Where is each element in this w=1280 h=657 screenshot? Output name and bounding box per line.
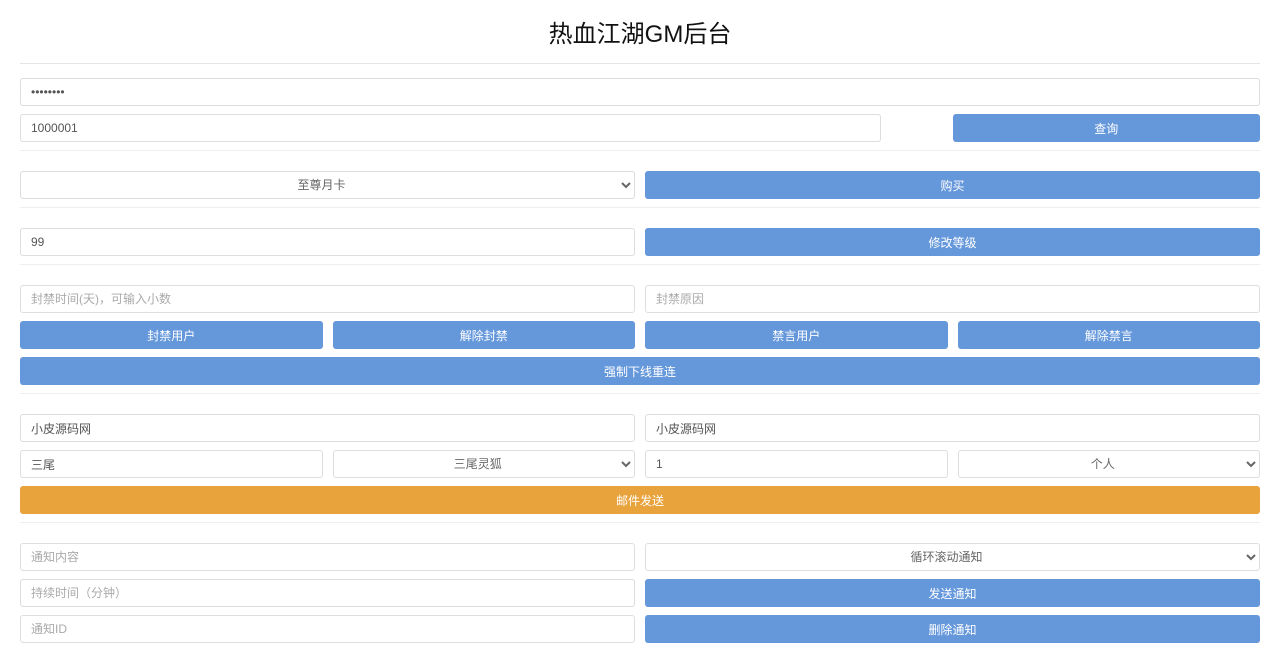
notify-content-input[interactable] [20, 543, 635, 571]
notify-id-input[interactable] [20, 615, 635, 643]
send-notify-button[interactable]: 发送通知 [645, 579, 1260, 607]
mail-title-input[interactable] [20, 414, 635, 442]
notify-type-select[interactable]: 循环滚动通知 [645, 543, 1260, 571]
separator [20, 207, 1260, 208]
ban-section: 封禁用户 解除封禁 禁言用户 解除禁言 强制下线重连 [20, 271, 1260, 400]
page-title: 热血江湖GM后台 [20, 0, 1260, 64]
item-count-input[interactable] [645, 450, 948, 478]
unban-button[interactable]: 解除封禁 [333, 321, 636, 349]
target-select[interactable]: 个人 [958, 450, 1261, 478]
separator [20, 150, 1260, 151]
notify-section: 循环滚动通知 发送通知 删除通知 [20, 529, 1260, 657]
account-input[interactable] [20, 114, 881, 142]
item-select[interactable]: 三尾灵狐 [333, 450, 636, 478]
unmute-button[interactable]: 解除禁言 [958, 321, 1261, 349]
mute-user-button[interactable]: 禁言用户 [645, 321, 948, 349]
level-section: 修改等级 [20, 214, 1260, 271]
delete-notify-button[interactable]: 删除通知 [645, 615, 1260, 643]
level-input[interactable] [20, 228, 635, 256]
item-search-input[interactable] [20, 450, 323, 478]
card-section: 至尊月卡 购买 [20, 157, 1260, 214]
modify-level-button[interactable]: 修改等级 [645, 228, 1260, 256]
force-offline-button[interactable]: 强制下线重连 [20, 357, 1260, 385]
query-button[interactable]: 查询 [953, 114, 1261, 142]
separator [20, 393, 1260, 394]
buy-button[interactable]: 购买 [645, 171, 1260, 199]
mail-content-input[interactable] [645, 414, 1260, 442]
separator [20, 264, 1260, 265]
ban-reason-input[interactable] [645, 285, 1260, 313]
auth-section: 查询 [20, 64, 1260, 157]
card-select[interactable]: 至尊月卡 [20, 171, 635, 199]
notify-duration-input[interactable] [20, 579, 635, 607]
ban-user-button[interactable]: 封禁用户 [20, 321, 323, 349]
separator [20, 522, 1260, 523]
ban-time-input[interactable] [20, 285, 635, 313]
send-mail-button[interactable]: 邮件发送 [20, 486, 1260, 514]
password-input[interactable] [20, 78, 1260, 106]
mail-section: 三尾灵狐 个人 邮件发送 [20, 400, 1260, 529]
